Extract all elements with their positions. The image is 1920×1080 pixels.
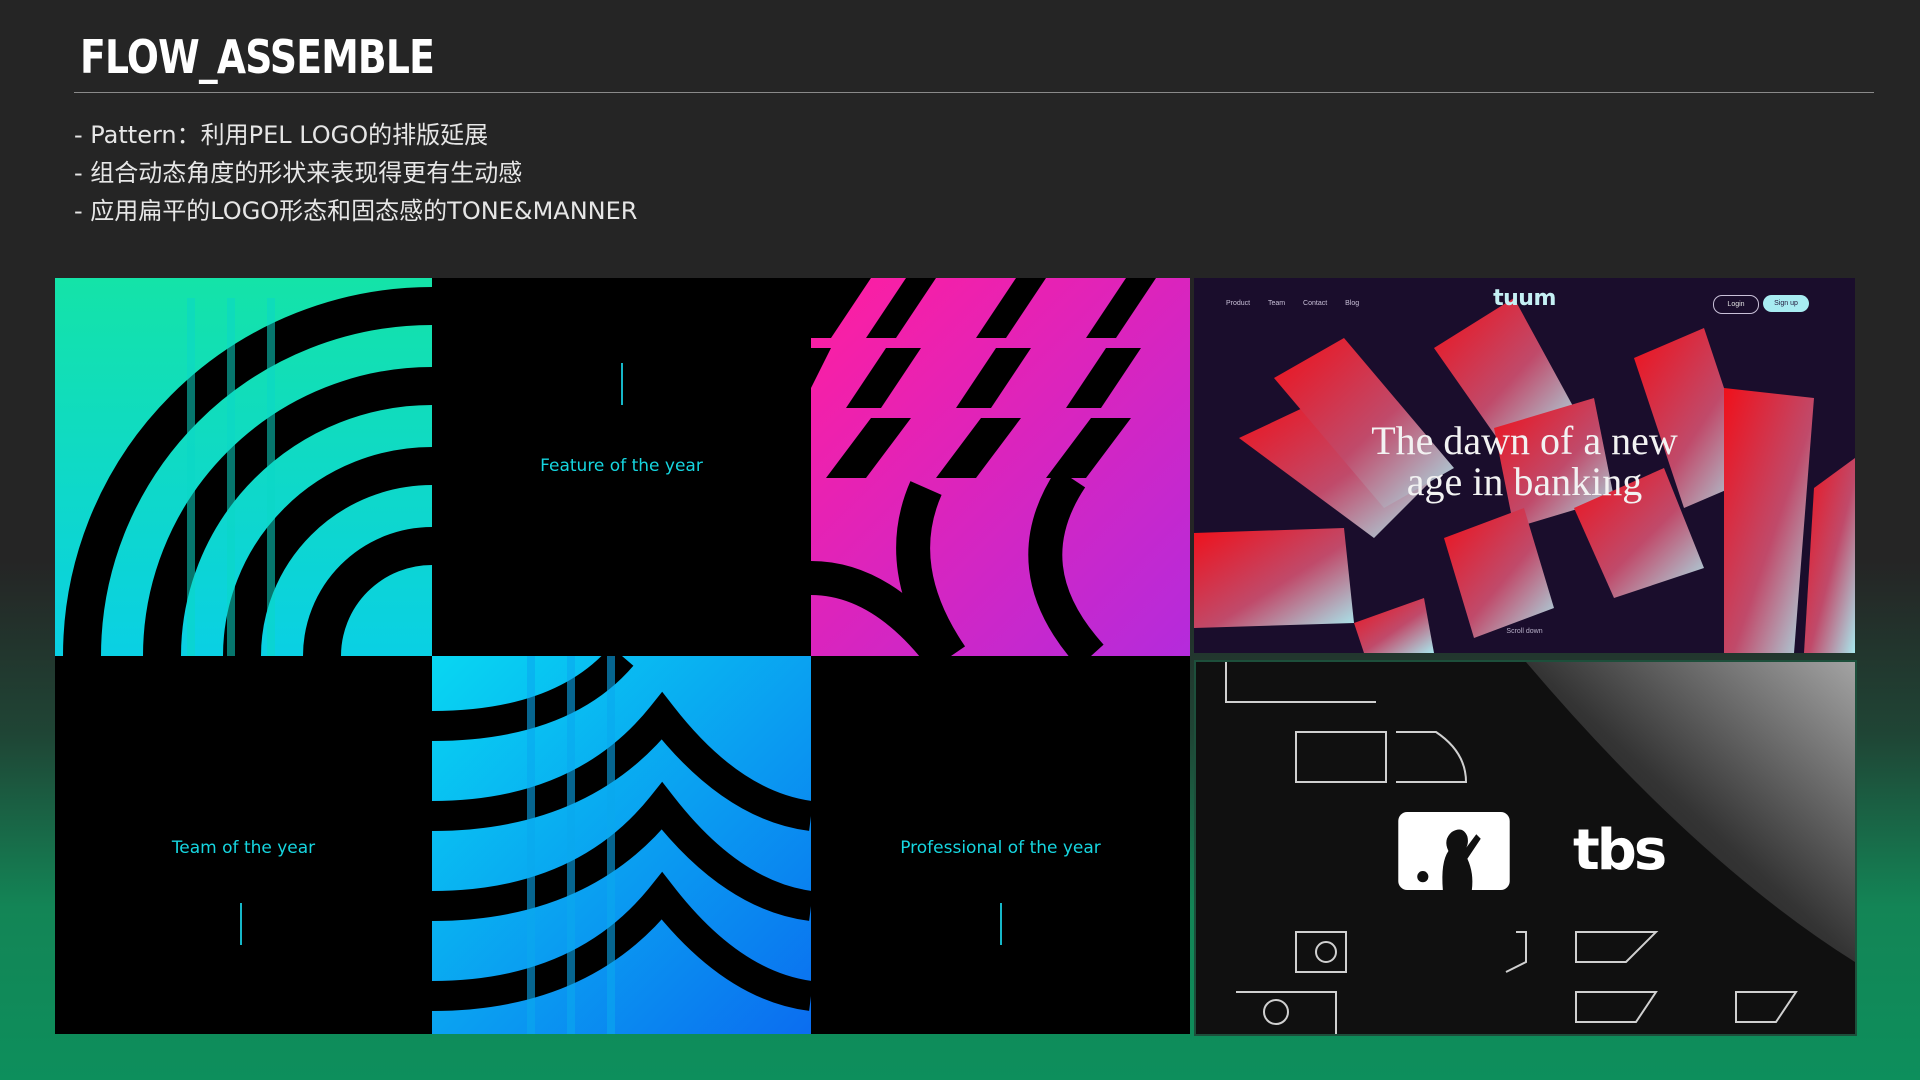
- mlb-logo-icon: [1398, 812, 1510, 890]
- tuum-website-mockup: Product Team Contact Blog tuum Login Sig…: [1194, 278, 1855, 653]
- feature-of-year-label: Feature of the year: [540, 456, 703, 476]
- accent-line: [1000, 903, 1002, 945]
- professional-of-year-label: Professional of the year: [900, 838, 1101, 858]
- green-arc-pattern-tile: [55, 278, 432, 656]
- slide-title: FLOW_ASSEMBLE: [80, 30, 435, 84]
- mlb-tbs-mockup: tbs: [1194, 660, 1857, 1036]
- bullet-list: - Pattern：利用PEL LOGO的排版延展 - 组合动态角度的形状来表现…: [74, 116, 637, 230]
- bullet-item: - 组合动态角度的形状来表现得更有生动感: [74, 159, 523, 187]
- tbs-logo-text: tbs: [1573, 818, 1667, 883]
- team-of-year-label: Team of the year: [171, 838, 316, 858]
- accent-line: [240, 903, 242, 945]
- accent-line: [621, 363, 623, 405]
- professional-of-year-tile: Professional of the year: [811, 656, 1190, 1034]
- magenta-pattern: [811, 278, 1190, 656]
- signup-button[interactable]: Sign up: [1763, 295, 1809, 312]
- headline-line-2: age in banking: [1406, 459, 1643, 504]
- login-button[interactable]: Login: [1713, 295, 1759, 314]
- tuum-headline: The dawn of a new age in banking: [1194, 420, 1855, 502]
- team-of-year-tile: Team of the year: [55, 656, 432, 1034]
- green-arc-pattern: [55, 278, 432, 656]
- blue-chevron-pattern-tile: [432, 656, 811, 1034]
- headline-line-1: The dawn of a new: [1371, 418, 1678, 463]
- bullet-item: - 应用扁平的LOGO形态和固态感的TONE&MANNER: [74, 197, 638, 225]
- blue-chevron-pattern: [432, 656, 811, 1034]
- magenta-pattern-tile: [811, 278, 1190, 656]
- tbs-background-pattern: [1225, 662, 1855, 1034]
- scroll-down-label[interactable]: Scroll down: [1194, 628, 1855, 635]
- feature-of-year-tile: Feature of the year: [432, 278, 811, 656]
- bullet-item: - Pattern：利用PEL LOGO的排版延展: [74, 121, 489, 149]
- title-divider: [74, 92, 1874, 93]
